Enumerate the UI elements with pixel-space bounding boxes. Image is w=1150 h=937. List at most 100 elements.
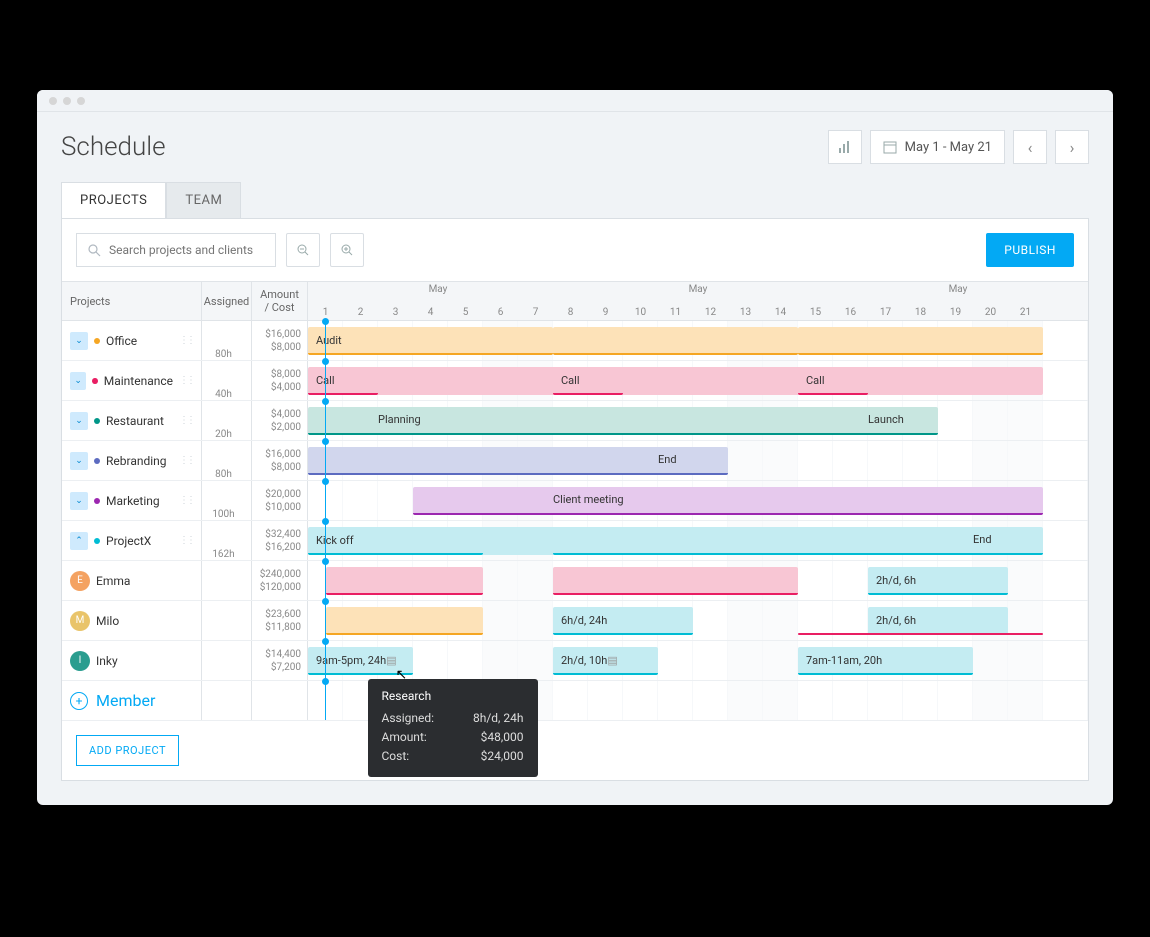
plus-icon: +: [70, 692, 88, 710]
schedule-rows: ⌄Office⋮⋮80h$16,000$8,000Audit⌄Maintenan…: [62, 321, 1088, 721]
timeline-cell[interactable]: Call Call Call: [308, 361, 1088, 400]
schedule-bar[interactable]: 2h/d, 10h ▤: [553, 647, 658, 675]
traffic-light-max[interactable]: [77, 97, 85, 105]
member-name: Emma: [96, 574, 130, 588]
tooltip-title: Research: [382, 689, 524, 703]
schedule-bar[interactable]: [553, 527, 1043, 555]
timeline-cell[interactable]: 6h/d, 24h 2h/d, 6h: [308, 601, 1088, 640]
drag-handle[interactable]: ⋮⋮: [179, 455, 193, 466]
amount-cost: $16,000$8,000: [252, 321, 308, 360]
timeline-cell[interactable]: Audit: [308, 321, 1088, 360]
chevron-down-icon: ⌄: [75, 456, 83, 466]
bar-label: 9am-5pm, 24h: [316, 654, 386, 667]
chevron-down-icon: ⌄: [74, 376, 82, 386]
timeline-cell[interactable]: Client meeting: [308, 481, 1088, 520]
schedule-bar[interactable]: Kick off: [308, 527, 483, 555]
schedule-bar[interactable]: 2h/d, 6h: [868, 567, 1008, 595]
assigned-hours: [202, 641, 252, 680]
prev-button[interactable]: ‹: [1013, 130, 1047, 164]
timeline-cell[interactable]: PlanningLaunch: [308, 401, 1088, 440]
amount-cost: $23,600$11,800: [252, 601, 308, 640]
bar-label: 2h/d, 10h: [561, 654, 607, 667]
bar-label: Audit: [316, 334, 342, 347]
timeline-cell[interactable]: End: [308, 441, 1088, 480]
timeline-cell[interactable]: 9am-5pm, 24h ▤2h/d, 10h ▤7am-11am, 20h↖R…: [308, 641, 1088, 680]
assigned-hours: 40h: [202, 361, 252, 400]
schedule-bar[interactable]: [798, 327, 1043, 355]
chevron-down-icon: ⌄: [75, 416, 83, 426]
tooltip: ResearchAssigned:8h/d, 24hAmount:$48,000…: [368, 679, 538, 777]
project-color-dot: [94, 538, 100, 544]
project-color-dot: [94, 418, 100, 424]
tooltip-amount-label: Amount:: [382, 728, 427, 747]
search-box[interactable]: [76, 233, 276, 267]
traffic-light-close[interactable]: [49, 97, 57, 105]
drag-handle[interactable]: ⋮⋮: [179, 415, 193, 426]
add-member-label: Member: [96, 691, 155, 710]
assigned-hours: 162h: [202, 521, 252, 560]
search-input[interactable]: [109, 243, 265, 257]
schedule-bar[interactable]: [553, 327, 798, 355]
project-color-dot: [94, 458, 100, 464]
stats-button[interactable]: [828, 130, 862, 164]
project-color-dot: [94, 338, 100, 344]
member-row: IInky$14,400$7,2009am-5pm, 24h ▤2h/d, 10…: [62, 641, 1088, 681]
assigned-hours: [202, 561, 252, 600]
project-color-dot: [92, 378, 97, 384]
project-name: Rebranding: [106, 454, 167, 468]
drag-handle[interactable]: ⋮⋮: [179, 495, 193, 506]
schedule-bar[interactable]: [326, 567, 484, 595]
bar-label: Planning: [378, 413, 421, 426]
timeline-cell[interactable]: Kick offEnd: [308, 521, 1088, 560]
zoom-out-button[interactable]: [286, 233, 320, 267]
expand-toggle[interactable]: ⌄: [70, 452, 88, 470]
panel-toolbar: PUBLISH: [62, 219, 1088, 281]
expand-toggle[interactable]: ⌄: [70, 492, 88, 510]
drag-handle[interactable]: ⋮⋮: [179, 335, 193, 346]
project-row: ⌄Maintenance⋮⋮40h$8,000$4,000CallCallCal…: [62, 361, 1088, 401]
tooltip-assigned-value: 8h/d, 24h: [473, 709, 524, 728]
schedule-bar[interactable]: [413, 487, 1043, 515]
schedule-bar[interactable]: [326, 607, 484, 635]
schedule-bar[interactable]: 7am-11am, 20h: [798, 647, 973, 675]
avatar: I: [70, 651, 90, 671]
expand-toggle[interactable]: ⌃: [70, 532, 88, 550]
publish-button[interactable]: PUBLISH: [986, 233, 1074, 267]
amount-cost: $14,400$7,200: [252, 641, 308, 680]
schedule-bar[interactable]: 6h/d, 24h: [553, 607, 693, 635]
date-range-picker[interactable]: May 1 - May 21: [870, 130, 1005, 164]
tab-team[interactable]: TEAM: [166, 182, 241, 218]
schedule-bar[interactable]: Call: [798, 367, 868, 395]
add-project-button[interactable]: ADD PROJECT: [76, 735, 179, 766]
expand-toggle[interactable]: ⌄: [70, 372, 86, 390]
project-row: ⌄Office⋮⋮80h$16,000$8,000Audit: [62, 321, 1088, 361]
traffic-light-min[interactable]: [63, 97, 71, 105]
amount-cost: $240,000$120,000: [252, 561, 308, 600]
schedule-bar[interactable]: [553, 567, 798, 595]
zoom-in-icon: [340, 243, 354, 257]
project-name: Maintenance: [104, 374, 173, 388]
drag-handle[interactable]: ⋮⋮: [179, 375, 193, 386]
member-name: Inky: [96, 654, 118, 668]
next-button[interactable]: ›: [1055, 130, 1089, 164]
chevron-right-icon: ›: [1070, 138, 1075, 157]
zoom-out-icon: [296, 243, 310, 257]
schedule-bar[interactable]: Call: [553, 367, 623, 395]
schedule-bar[interactable]: [798, 633, 1043, 635]
schedule-bar[interactable]: Audit: [308, 327, 553, 355]
assigned-hours: 80h: [202, 321, 252, 360]
zoom-in-button[interactable]: [330, 233, 364, 267]
tab-projects[interactable]: PROJECTS: [61, 182, 166, 218]
assigned-hours: 100h: [202, 481, 252, 520]
expand-toggle[interactable]: ⌄: [70, 412, 88, 430]
schedule-bar[interactable]: Call: [308, 367, 378, 395]
date-range-label: May 1 - May 21: [905, 140, 992, 155]
amount-cost: $8,000$4,000: [252, 361, 308, 400]
expand-toggle[interactable]: ⌄: [70, 332, 88, 350]
add-member-row[interactable]: + Member: [62, 681, 1088, 721]
schedule-bar[interactable]: 2h/d, 6h: [868, 607, 1008, 635]
bar-label: End: [658, 453, 677, 466]
timeline-cell[interactable]: 2h/d, 6h: [308, 561, 1088, 600]
bar-label: Client meeting: [553, 493, 624, 506]
drag-handle[interactable]: ⋮⋮: [179, 535, 193, 546]
